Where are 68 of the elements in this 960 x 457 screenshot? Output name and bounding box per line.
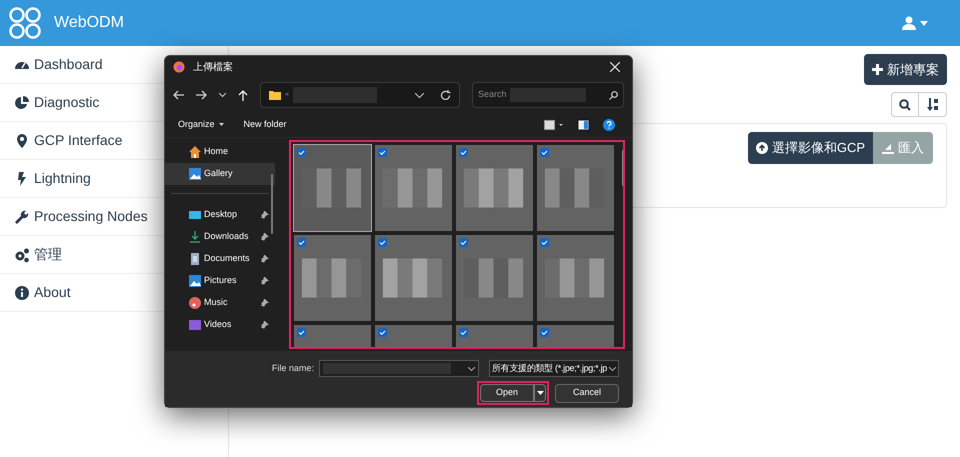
logo-icon	[8, 6, 42, 40]
cancel-button[interactable]: Cancel	[555, 384, 619, 402]
video-icon	[189, 319, 201, 331]
refresh-icon[interactable]	[440, 90, 451, 100]
download-icon	[189, 231, 201, 243]
up-icon[interactable]	[238, 90, 248, 100]
app-title: WebODM	[54, 13, 124, 33]
checkbox[interactable]	[378, 238, 387, 247]
chevron-down-icon[interactable]	[219, 93, 226, 97]
file-type-dropdown[interactable]: 所有支援的類型 (*.jpe;*.jpg;*.jp	[488, 360, 619, 377]
sort-icon	[926, 98, 938, 111]
chevron-down-icon	[468, 366, 475, 370]
chevron-down-icon[interactable]	[415, 92, 424, 98]
checkbox[interactable]	[297, 238, 306, 247]
nav-item[interactable]: Videos	[165, 314, 275, 336]
open-options-button[interactable]	[534, 384, 546, 402]
import-icon	[882, 142, 894, 154]
music-icon	[189, 297, 201, 309]
search-icon	[609, 90, 618, 100]
checkbox[interactable]	[540, 328, 549, 337]
pictures-icon	[189, 275, 201, 287]
checkbox[interactable]	[378, 148, 387, 157]
home-icon	[189, 146, 201, 158]
open-button[interactable]: Open	[480, 384, 534, 402]
close-icon	[610, 62, 620, 72]
checkbox[interactable]	[459, 238, 468, 247]
upload-icon	[756, 142, 768, 154]
checkbox[interactable]	[540, 148, 549, 157]
search-icon	[899, 98, 911, 110]
checkbox[interactable]	[459, 148, 468, 157]
new-project-button[interactable]: 新增專案	[864, 54, 947, 85]
preview-pane-icon[interactable]	[578, 120, 589, 130]
file-name-label: File name:	[272, 362, 314, 375]
checkbox[interactable]	[459, 328, 468, 337]
view-icon[interactable]	[544, 120, 564, 130]
forward-icon[interactable]	[196, 90, 207, 100]
desktop-icon	[189, 209, 201, 221]
help-icon[interactable]	[603, 118, 615, 130]
gears-icon	[14, 246, 30, 262]
caret-icon	[218, 123, 224, 126]
checkbox[interactable]	[540, 238, 549, 247]
user-icon	[902, 16, 916, 30]
chevron-down-icon	[609, 366, 616, 370]
checkbox[interactable]	[297, 328, 306, 337]
file-name-field[interactable]	[318, 360, 479, 377]
close-button[interactable]	[610, 62, 620, 72]
scrollbar[interactable]	[271, 174, 273, 234]
nav-item[interactable]: Gallery	[165, 163, 275, 185]
map-pin-icon	[14, 132, 30, 148]
checkbox[interactable]	[378, 328, 387, 337]
select-images-button[interactable]: 選擇影像和GCP	[748, 132, 873, 164]
search-field[interactable]: Search	[472, 82, 624, 108]
user-menu[interactable]	[902, 16, 928, 30]
checkbox[interactable]	[297, 148, 306, 157]
browser-icon	[173, 61, 185, 73]
caret-icon	[536, 391, 544, 395]
info-icon	[14, 284, 30, 300]
wrench-icon	[14, 208, 30, 224]
pie-chart-icon	[14, 94, 30, 110]
document-icon	[189, 253, 201, 265]
caret-icon	[920, 20, 928, 26]
plus-icon	[872, 64, 883, 75]
folder-icon	[269, 90, 281, 100]
new-folder-button[interactable]: New folder	[244, 118, 287, 132]
back-icon[interactable]	[173, 90, 184, 100]
gallery-icon	[189, 168, 201, 180]
file-type-value: 所有支援的類型 (*.jpe;*.jpg;*.jp	[492, 362, 607, 375]
search-input[interactable]: Search	[478, 88, 506, 102]
